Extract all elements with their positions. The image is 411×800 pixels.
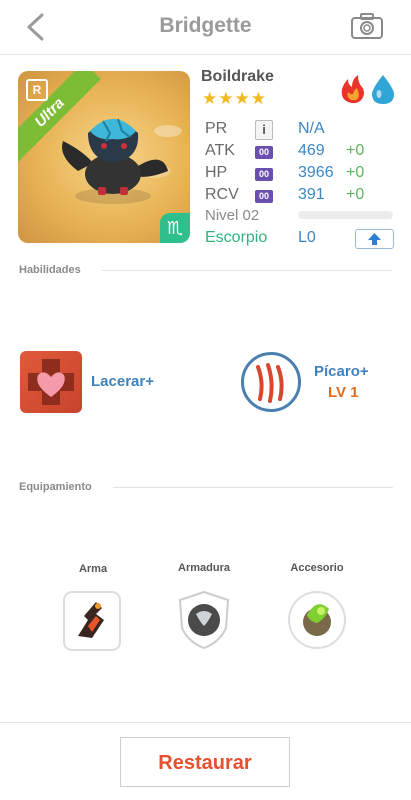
atk-badge: 00 xyxy=(255,146,273,159)
hp-bonus: +0 xyxy=(346,164,365,181)
monster-portrait[interactable]: Ultra R ♏ xyxy=(18,71,190,243)
level-label: Nivel 02 xyxy=(205,207,260,224)
rcv-value: 391 xyxy=(298,186,325,203)
skill-name-picaro[interactable]: Pícaro+ xyxy=(314,363,369,380)
info-icon[interactable]: i xyxy=(255,120,273,140)
level-progress-bar xyxy=(298,211,393,219)
equip-label-accesorio: Accesorio xyxy=(290,562,344,574)
rcv-badge: 00 xyxy=(255,190,273,203)
equip-label-armadura: Armadura xyxy=(178,562,230,574)
atk-bonus: +0 xyxy=(346,142,365,159)
element-icons xyxy=(341,75,394,104)
l-value: L0 xyxy=(298,229,316,246)
skills-section-label: Habilidades xyxy=(19,264,81,276)
weapon-slot[interactable] xyxy=(62,590,122,652)
equipment-section-label: Equipamiento xyxy=(19,481,92,493)
heart-cross-icon[interactable] xyxy=(20,351,82,413)
pr-value: N/A xyxy=(298,120,325,137)
skills-divider xyxy=(102,270,392,271)
star-rating: ★★★★ xyxy=(202,89,267,108)
hp-value: 3966 xyxy=(298,164,334,181)
upgrade-button[interactable] xyxy=(355,229,394,249)
zodiac-name: Escorpio xyxy=(205,229,268,246)
armor-icon xyxy=(178,590,230,650)
rcv-bonus: +0 xyxy=(346,186,365,203)
pr-label: PR xyxy=(205,120,228,137)
accessory-slot[interactable] xyxy=(287,589,347,651)
claw-icon[interactable] xyxy=(241,352,301,412)
arrow-up-icon xyxy=(368,233,381,245)
hp-badge: 00 xyxy=(255,168,273,181)
weapon-icon xyxy=(63,591,121,651)
accessory-icon xyxy=(288,591,346,649)
armor-slot[interactable] xyxy=(174,588,234,650)
equipment-divider xyxy=(113,487,393,488)
monster-name: Boildrake xyxy=(201,68,274,85)
footer-divider xyxy=(0,722,411,723)
restore-button[interactable]: Restaurar xyxy=(120,737,290,787)
hp-label: HP xyxy=(205,164,228,181)
skill-name-lacerar[interactable]: Lacerar+ xyxy=(91,373,154,390)
top-bar: Bridgette xyxy=(0,0,411,55)
rcv-label: RCV xyxy=(205,186,239,203)
camera-icon[interactable] xyxy=(350,12,384,40)
equip-label-arma: Arma xyxy=(78,563,108,575)
atk-value: 469 xyxy=(298,142,325,159)
skill-level: LV 1 xyxy=(328,384,359,401)
zodiac-icon: ♏ xyxy=(160,213,190,243)
water-icon xyxy=(372,75,394,104)
rarity-badge: R xyxy=(26,79,48,101)
fire-icon xyxy=(341,75,364,104)
atk-label: ATK xyxy=(205,142,235,159)
